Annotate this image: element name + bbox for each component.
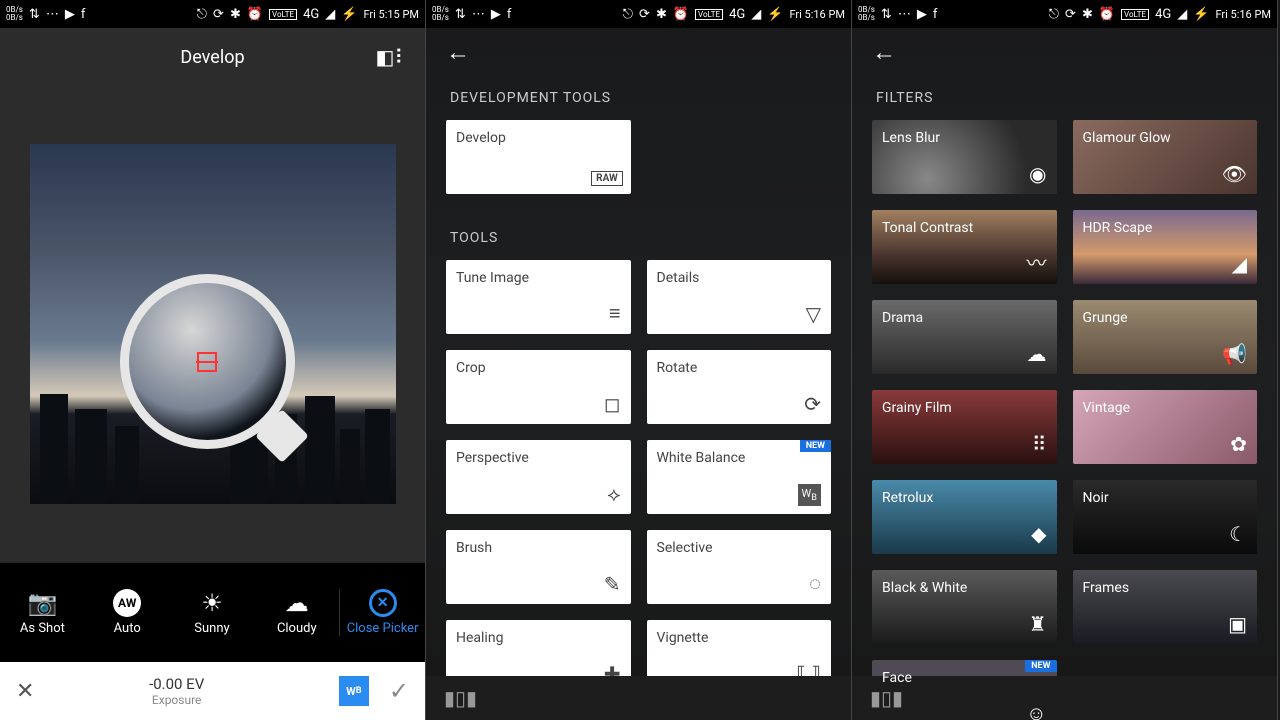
filter-noir[interactable]: Noir☾ [1073,480,1258,554]
volte-icon: VoLTE [269,9,297,20]
develop-panel: 0B/s0B/s ⇅ ⋯ ▶ f ⎋ ⟳ ✱ ⏰ VoLTE 4G ◢ ⚡ Fr… [0,0,426,720]
tool-brush[interactable]: Brush✎ [446,530,631,604]
color-picker-loupe[interactable] [120,274,295,449]
filter-icon: ☁ [1027,342,1047,366]
filter-icon: ◉ [1029,162,1046,186]
wb-cloudy[interactable]: ☁Cloudy [254,589,339,636]
filters-panel: 0B/s0B/s ⇅⋯▶f ⎋⟳✱⏰ VoLTE 4G◢⚡ Fri 5:16 P… [852,0,1278,720]
filter-retrolux[interactable]: Retrolux◆ [872,480,1057,554]
filter-drama[interactable]: Drama☁ [872,300,1057,374]
compare-icon[interactable]: ◧⠇ [375,45,409,69]
exposure-readout[interactable]: -0.00 EV Exposure [34,675,318,707]
selective-icon: ◌ [809,571,821,596]
camera-icon: 📷 [27,589,57,617]
sun-icon: ☀ [201,589,223,617]
status-bar: 0B/s0B/s ⇅ ⋯ ▶ f ⎋ ⟳ ✱ ⏰ VoLTE 4G ◢ ⚡ Fr… [0,0,425,28]
status-bar: 0B/s0B/s ⇅⋯▶f ⎋⟳✱⏰ VoLTE 4G◢⚡ Fri 5:16 P… [426,0,851,28]
bottom-nav: ▮▯▮ [426,676,851,720]
back-button[interactable]: ← [446,38,470,67]
filter-icon: ☾ [1229,522,1247,546]
bottom-action-bar: ✕ -0.00 EV Exposure WB ✓ [0,662,425,720]
photo[interactable] [30,144,396,504]
apply-button[interactable]: ✓ [389,677,409,705]
filter-icon: ♜ [1029,612,1047,636]
histogram-icon[interactable]: ▮▯▮ [444,686,477,710]
tool-crop[interactable]: Crop◻ [446,350,631,424]
wb-as-shot[interactable]: 📷As Shot [0,589,85,636]
app-header: Develop ◧⠇ [0,28,425,86]
status-bar: 0B/s0B/s ⇅⋯▶f ⎋⟳✱⏰ VoLTE 4G◢⚡ Fri 5:16 P… [852,0,1277,28]
filter-icon: 📢 [1222,342,1247,366]
dev-tools-header: DEVELOPMENT TOOLS [450,90,831,106]
tool-perspective[interactable]: Perspective⟡ [446,440,631,514]
close-circle-icon: ✕ [369,589,397,617]
sync-icon: ⇅ [29,7,40,22]
filter-grunge[interactable]: Grunge📢 [1073,300,1258,374]
cancel-button[interactable]: ✕ [16,679,34,704]
filters-grid: Lens Blur◉Glamour Glow👁Tonal Contrast〰HD… [872,120,1257,720]
charging-icon: ⚡ [341,7,357,22]
location-icon: ⎋ [197,7,207,22]
rotate-icon: ⟳ [804,392,821,416]
filter-glamour-glow[interactable]: Glamour Glow👁 [1073,120,1258,194]
filter-tonal-contrast[interactable]: Tonal Contrast〰 [872,210,1057,284]
facebook-icon: f [81,7,86,22]
filter-icon: ◆ [1031,522,1046,546]
auto-icon: AW [113,589,141,617]
filter-icon: 〰 [1027,247,1047,276]
signal-icon: ◢ [325,7,335,22]
clock: Fri 5:16 PM [789,8,845,21]
screen-title: Develop [180,47,244,68]
cloud-icon: ☁ [285,589,309,617]
back-button[interactable]: ← [872,38,896,67]
close-picker-button[interactable]: ✕Close Picker [339,589,425,636]
filter-black-white[interactable]: Black & White♜ [872,570,1057,644]
tool-white-balance[interactable]: White BalanceNEWWB [647,440,832,514]
crop-icon: ◻ [604,392,621,416]
filter-grainy-film[interactable]: Grainy Film⠿ [872,390,1057,464]
develop-card[interactable]: Develop RAW [446,120,631,194]
play-icon: ▶ [65,7,75,22]
filter-icon: ◢ [1232,252,1247,276]
tools-header: TOOLS [450,230,831,246]
filter-icon: ✿ [1230,432,1247,456]
filter-icon: ▣ [1228,612,1247,636]
network-icon: 4G [303,7,319,22]
filter-icon: ☺ [1026,701,1046,720]
histogram-icon[interactable]: ▮▯▮ [870,686,903,710]
new-badge: NEW [800,440,831,452]
tool-rotate[interactable]: Rotate⟳ [647,350,832,424]
filters-header: FILTERS [876,90,1257,106]
white-balance-presets: 📷As Shot AWAuto ☀Sunny ☁Cloudy ✕Close Pi… [0,562,425,662]
tool-details[interactable]: Details▽ [647,260,832,334]
more-icon: ⋯ [46,7,59,22]
filter-icon: ⠿ [1032,432,1047,456]
image-canvas[interactable] [0,86,425,562]
clock: Fri 5:16 PM [1215,8,1271,21]
raw-badge: RAW [591,171,623,186]
filter-frames[interactable]: Frames▣ [1073,570,1258,644]
wb-tool-button[interactable]: WB [339,676,369,706]
wb-auto[interactable]: AWAuto [85,589,170,636]
bluetooth-icon: ✱ [230,7,241,22]
tool-tune-image[interactable]: Tune Image≡ [446,260,631,334]
tune-icon: ≡ [609,301,621,326]
filter-hdr-scape[interactable]: HDR Scape◢ [1073,210,1258,284]
filter-icon: 👁 [1222,162,1247,186]
tools-grid: Tune Image≡Details▽Crop◻Rotate⟳Perspecti… [446,260,831,694]
perspective-icon: ⟡ [607,482,620,506]
clock: Fri 5:15 PM [363,8,419,21]
brush-icon: ✎ [604,572,621,596]
net-speed: 0B/s0B/s [6,6,23,22]
filter-vintage[interactable]: Vintage✿ [1073,390,1258,464]
alarm-icon: ⏰ [247,7,263,22]
tools-panel: 0B/s0B/s ⇅⋯▶f ⎋⟳✱⏰ VoLTE 4G◢⚡ Fri 5:16 P… [426,0,852,720]
wb-icon: WB [798,484,821,506]
filter-lens-blur[interactable]: Lens Blur◉ [872,120,1057,194]
details-icon: ▽ [806,302,821,326]
tool-selective[interactable]: Selective◌ [647,530,832,604]
sync2-icon: ⟳ [213,7,224,22]
wb-sunny[interactable]: ☀Sunny [170,589,255,636]
